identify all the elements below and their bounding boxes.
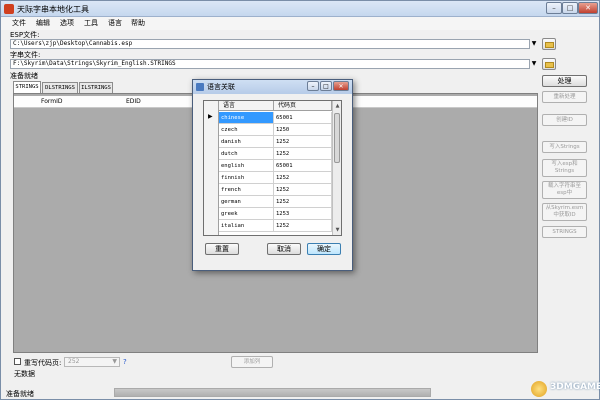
language-grid[interactable]: 语言 代码页 ▶ chinese 65001 czech 1250 danish… xyxy=(203,100,342,236)
menu-options[interactable]: 选项 xyxy=(60,18,74,28)
override-codepage-checkbox[interactable] xyxy=(14,358,21,365)
language-cell[interactable]: dutch xyxy=(219,148,274,160)
menu-help[interactable]: 帮助 xyxy=(131,18,145,28)
tab-dlstrings[interactable]: DLSTRINGS xyxy=(42,82,78,93)
scroll-down-icon[interactable]: ▼ xyxy=(333,225,341,235)
menu-file[interactable]: 文件 xyxy=(12,18,26,28)
reset-button[interactable]: 重置 xyxy=(205,243,239,255)
codepage-cell[interactable]: 1253 xyxy=(274,208,332,220)
no-data-label: 无数据 xyxy=(14,370,35,378)
process-button[interactable]: 处理 xyxy=(542,75,587,87)
dialog-maximize-button[interactable]: □ xyxy=(320,81,332,91)
codepage-value: 252 xyxy=(68,358,80,365)
cancel-button[interactable]: 取消 xyxy=(267,243,301,255)
reprocess-button[interactable]: 重新处理 xyxy=(542,91,587,103)
create-id-button[interactable]: 创建ID xyxy=(542,114,587,126)
strings-button[interactable]: STRINGS xyxy=(542,226,587,238)
write-esp-strings-button[interactable]: 写入esp和Strings xyxy=(542,159,587,177)
window-title: 天际字串本地化工具 xyxy=(17,5,89,14)
strings-browse-button[interactable] xyxy=(542,58,556,70)
esp-dropdown-arrow[interactable]: ▼ xyxy=(530,39,538,49)
codepage-cell[interactable]: 1252 xyxy=(274,184,332,196)
dialog-minimize-button[interactable]: – xyxy=(307,81,319,91)
codepage-cell[interactable]: 65001 xyxy=(274,112,332,124)
watermark-logo-icon xyxy=(531,381,547,397)
write-strings-button[interactable]: 写入Strings xyxy=(542,141,587,153)
scroll-up-icon[interactable]: ▲ xyxy=(333,101,341,111)
dialog-title-bar[interactable]: 语言关联 – □ ✕ xyxy=(193,80,352,94)
codepage-cell[interactable]: 1252 xyxy=(274,172,332,184)
minimize-button[interactable]: – xyxy=(546,2,562,14)
language-cell[interactable]: english xyxy=(219,160,274,172)
grid-col-codepage[interactable]: 代码页 xyxy=(274,101,332,111)
language-cell[interactable]: chinese xyxy=(219,112,274,124)
codepage-help-link[interactable]: ? xyxy=(123,358,127,366)
chevron-down-icon: ▼ xyxy=(112,358,117,365)
progress-fill xyxy=(115,389,430,396)
status-ready-top: 准备就绪 xyxy=(10,72,38,80)
grid-col-language[interactable]: 语言 xyxy=(219,101,274,111)
language-cell[interactable]: danish xyxy=(219,136,274,148)
dialog-app-icon xyxy=(196,83,204,91)
status-bar-text: 准备就绪 xyxy=(6,390,34,398)
ok-button[interactable]: 确定 xyxy=(307,243,341,255)
codepage-cell[interactable]: 1252 xyxy=(274,196,332,208)
strings-dropdown-arrow[interactable]: ▼ xyxy=(530,59,538,69)
strings-file-input[interactable]: F:\Skyrim\Data\Strings\Skyrim_English.ST… xyxy=(10,59,530,69)
esp-file-input[interactable]: C:\Users\zjp\Desktop\Cannabis.esp xyxy=(10,39,530,49)
get-id-from-skyrim-button[interactable]: 从Skyrim.esm中获取ID xyxy=(542,203,587,221)
grid-col-edid[interactable]: EDID xyxy=(126,98,141,105)
codepage-cell[interactable]: 1252 xyxy=(274,148,332,160)
title-bar[interactable]: 天际字串本地化工具 – □ ✕ xyxy=(1,1,599,17)
language-cell[interactable]: greek xyxy=(219,208,274,220)
add-column-button[interactable]: 添加列 xyxy=(231,356,273,368)
codepage-cell[interactable]: 1250 xyxy=(274,124,332,136)
language-cell[interactable]: french xyxy=(219,184,274,196)
progress-bar xyxy=(114,388,431,397)
language-association-dialog: 语言关联 – □ ✕ 语言 代码页 ▶ chinese 65001 czech … xyxy=(192,79,353,271)
dialog-close-button[interactable]: ✕ xyxy=(333,81,349,91)
language-cell[interactable]: german xyxy=(219,196,274,208)
maximize-button[interactable]: □ xyxy=(562,2,578,14)
menu-edit[interactable]: 编辑 xyxy=(36,18,50,28)
codepage-cell[interactable]: 1252 xyxy=(274,220,332,232)
codepage-cell[interactable]: 65001 xyxy=(274,160,332,172)
row-header-column xyxy=(204,101,219,235)
override-codepage-label: 重写代码页: xyxy=(24,359,62,367)
watermark: 3DMGAME xyxy=(550,382,600,392)
dialog-title: 语言关联 xyxy=(207,83,235,91)
current-row-indicator-icon: ▶ xyxy=(208,113,213,120)
codepage-cell[interactable]: 1252 xyxy=(274,136,332,148)
tab-strings[interactable]: STRINGS xyxy=(13,81,41,93)
language-cell[interactable]: czech xyxy=(219,124,274,136)
language-cell[interactable]: finnish xyxy=(219,172,274,184)
load-strings-to-esp-button[interactable]: 载入字符串至esp中 xyxy=(542,181,587,199)
menu-language[interactable]: 语言 xyxy=(108,18,122,28)
menu-tools[interactable]: 工具 xyxy=(84,18,98,28)
scroll-thumb[interactable] xyxy=(334,113,340,163)
codepage-select[interactable]: 252 ▼ xyxy=(64,357,120,367)
close-button[interactable]: ✕ xyxy=(578,2,598,14)
app-icon xyxy=(4,4,14,14)
folder-icon xyxy=(545,42,554,48)
language-grid-scrollbar[interactable]: ▲ ▼ xyxy=(332,101,341,235)
language-cell[interactable]: italian xyxy=(219,220,274,232)
folder-icon xyxy=(545,62,554,68)
tab-ilstrings[interactable]: ILSTRINGS xyxy=(79,82,113,93)
esp-browse-button[interactable] xyxy=(542,38,556,50)
grid-col-formid[interactable]: FormID xyxy=(41,98,63,105)
